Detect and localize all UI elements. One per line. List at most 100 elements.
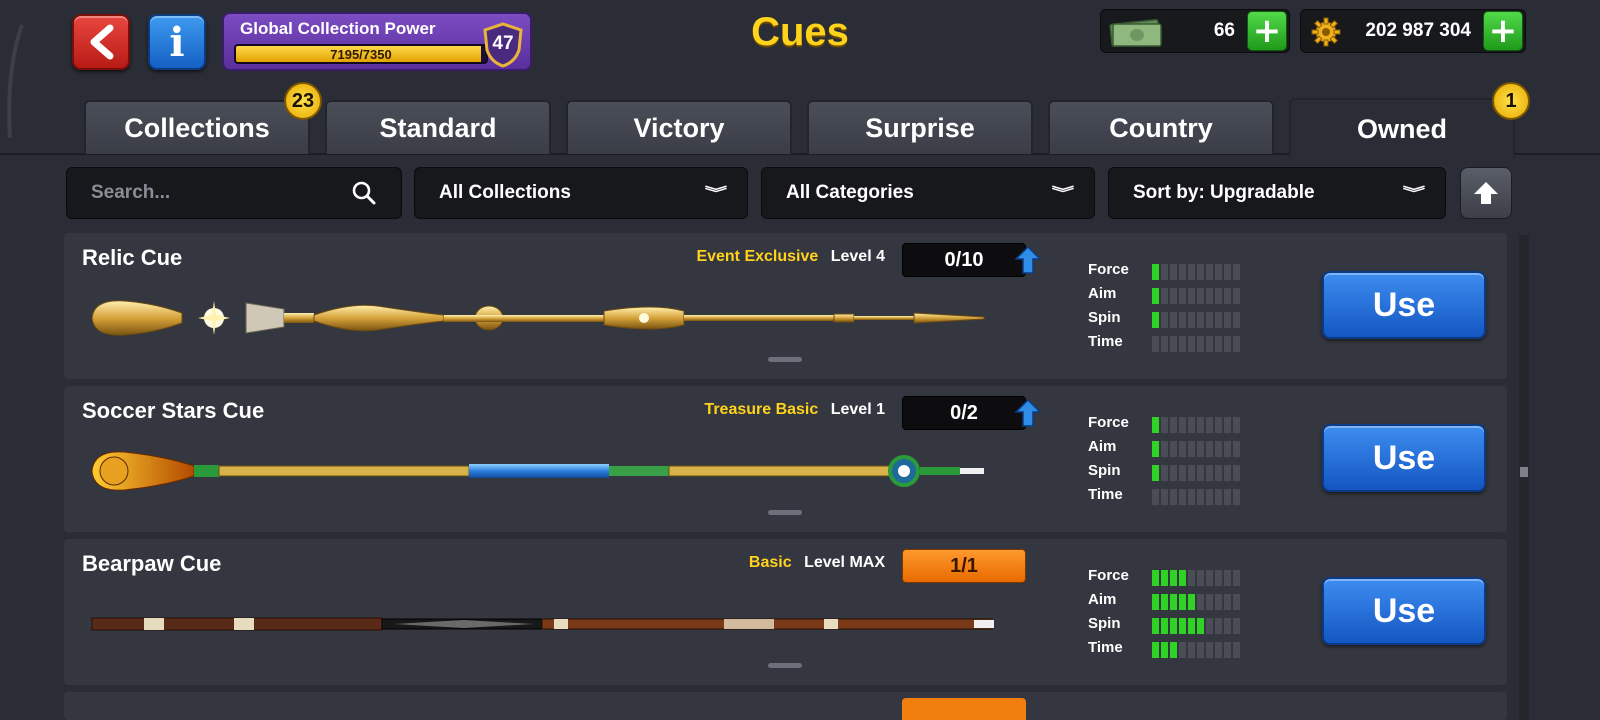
scrollbar[interactable] <box>1519 235 1529 720</box>
stat-segment-empty <box>1206 570 1213 586</box>
use-button[interactable]: Use <box>1322 577 1486 645</box>
stat-segment-filled <box>1179 570 1186 586</box>
stat-segment-empty <box>1197 465 1204 481</box>
cue-card-relic[interactable]: Relic Cue Event Exclusive Level 4 0/10 F… <box>64 233 1507 379</box>
stat-segment-empty <box>1233 417 1240 433</box>
stat-label: Time <box>1088 333 1123 350</box>
stat-aim: Aim <box>1088 285 1288 305</box>
stat-segment-empty <box>1188 417 1195 433</box>
cue-level: Level MAX <box>804 554 885 571</box>
stat-segment-empty <box>1197 417 1204 433</box>
info-button[interactable]: i <box>148 14 206 70</box>
tab-label: Owned <box>1356 113 1447 144</box>
stat-label: Force <box>1088 567 1129 584</box>
tab-victory[interactable]: Victory <box>566 100 792 154</box>
stat-segment-empty <box>1206 594 1213 610</box>
expand-handle[interactable] <box>768 663 802 668</box>
cue-upgrade-progress: 0/10 <box>902 243 1026 277</box>
global-collection-power-label: Global Collection Power <box>240 19 436 38</box>
tab-country[interactable]: Country <box>1048 100 1274 154</box>
global-collection-power[interactable]: Global Collection Power 7195/7350 47 <box>222 12 532 71</box>
stat-segment-filled <box>1161 618 1168 634</box>
stat-bar <box>1152 417 1240 433</box>
stat-segment-empty <box>1224 441 1231 457</box>
stat-segment-empty <box>1161 288 1168 304</box>
upgrade-arrow-icon <box>1014 398 1042 427</box>
stat-segment-filled <box>1152 264 1159 280</box>
tab-surprise[interactable]: Surprise <box>807 100 1033 154</box>
stat-segment-filled <box>1152 594 1159 610</box>
stat-segment-empty <box>1233 264 1240 280</box>
stat-label: Force <box>1088 261 1129 278</box>
cue-level: Level 4 <box>830 248 885 265</box>
tab-owned[interactable]: Owned <box>1289 98 1515 158</box>
add-cash-button[interactable]: + <box>1247 11 1287 51</box>
use-button[interactable]: Use <box>1322 424 1486 492</box>
chevron-down-icon: ︾ <box>1402 185 1426 201</box>
cue-meta: Basic Level MAX <box>749 554 885 572</box>
stat-segment-empty <box>1179 336 1186 352</box>
cue-category: Event Exclusive <box>696 248 819 265</box>
stat-bar <box>1152 264 1240 280</box>
stat-segment-empty <box>1233 336 1240 352</box>
search-icon <box>352 181 376 205</box>
stat-segment-empty <box>1170 264 1177 280</box>
cue-meta: Event Exclusive Level 4 <box>696 248 885 266</box>
collections-dropdown[interactable]: All Collections ︾ <box>414 167 748 219</box>
tab-label: Collections <box>124 112 270 143</box>
collections-notification-badge: 23 <box>284 82 322 120</box>
stat-segment-empty <box>1179 264 1186 280</box>
stat-segment-empty <box>1215 417 1222 433</box>
stat-segment-empty <box>1161 465 1168 481</box>
stat-segment-empty <box>1233 594 1240 610</box>
expand-handle[interactable] <box>768 510 802 515</box>
stat-segment-empty <box>1233 312 1240 328</box>
tab-collections[interactable]: Collections <box>84 100 310 154</box>
stat-spin: Spin <box>1088 309 1288 329</box>
stat-label: Aim <box>1088 591 1117 608</box>
stat-bar <box>1152 642 1240 658</box>
cue-image <box>91 300 985 336</box>
cue-level: Level 1 <box>830 401 885 418</box>
stat-segment-empty <box>1224 642 1231 658</box>
stat-segment-empty <box>1215 288 1222 304</box>
stat-label: Aim <box>1088 285 1117 302</box>
cue-card-soccer-stars[interactable]: Soccer Stars Cue Treasure Basic Level 1 … <box>64 386 1507 532</box>
tab-standard[interactable]: Standard <box>325 100 551 154</box>
collection-level: 47 <box>492 33 514 54</box>
stat-segment-empty <box>1161 441 1168 457</box>
scrollbar-thumb[interactable] <box>1520 467 1528 477</box>
stat-segment-empty <box>1152 489 1159 505</box>
chevron-down-icon: ︾ <box>704 185 728 201</box>
stat-segment-empty <box>1188 489 1195 505</box>
stat-segment-filled <box>1170 570 1177 586</box>
search-input[interactable]: Search... <box>66 167 402 219</box>
stat-segment-empty <box>1161 336 1168 352</box>
coins-display: 202 987 304 + <box>1300 9 1526 53</box>
stat-aim: Aim <box>1088 438 1288 458</box>
stat-segment-empty <box>1215 618 1222 634</box>
expand-handle[interactable] <box>768 357 802 362</box>
cue-card-bearpaw[interactable]: Bearpaw Cue Basic Level MAX 1/1 Force Ai… <box>64 539 1507 685</box>
stat-segment-empty <box>1152 336 1159 352</box>
sort-direction-button[interactable] <box>1460 167 1512 219</box>
stat-bar <box>1152 570 1240 586</box>
back-button[interactable] <box>72 14 130 70</box>
stat-segment-empty <box>1170 336 1177 352</box>
categories-dropdown[interactable]: All Categories ︾ <box>761 167 1095 219</box>
stat-segment-empty <box>1170 312 1177 328</box>
stat-time: Time <box>1088 486 1288 506</box>
stat-segment-empty <box>1188 336 1195 352</box>
add-coins-button[interactable]: + <box>1483 11 1523 51</box>
use-button[interactable]: Use <box>1322 271 1486 339</box>
stat-segment-filled <box>1152 441 1159 457</box>
cue-card-next[interactable] <box>64 692 1507 720</box>
stat-segment-filled <box>1170 618 1177 634</box>
stat-segment-empty <box>1197 570 1204 586</box>
page-title: Cues <box>751 10 849 54</box>
stat-bar <box>1152 489 1240 505</box>
stat-segment-empty <box>1233 570 1240 586</box>
sort-dropdown[interactable]: Sort by: Upgradable ︾ <box>1108 167 1446 219</box>
stat-force: Force <box>1088 414 1288 434</box>
stat-segment-empty <box>1224 594 1231 610</box>
